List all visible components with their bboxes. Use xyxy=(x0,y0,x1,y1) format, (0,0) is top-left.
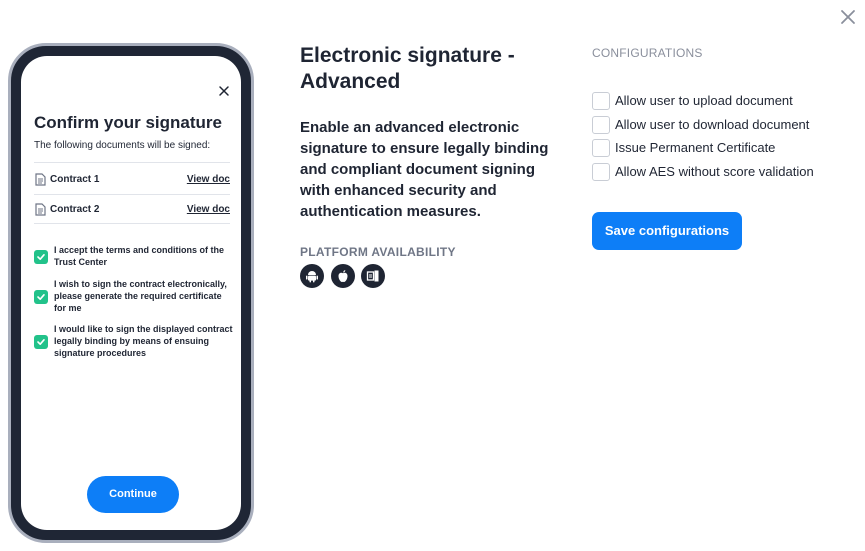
checkbox[interactable] xyxy=(592,92,610,110)
phone-title: Confirm your signature xyxy=(34,113,222,132)
view-doc-link[interactable]: View doc xyxy=(187,174,230,185)
consent-checkbox[interactable] xyxy=(34,290,48,304)
document-icon xyxy=(34,203,46,216)
continue-button[interactable]: Continue xyxy=(87,476,179,513)
option-label: Issue Permanent Certificate xyxy=(615,140,776,155)
close-icon[interactable] xyxy=(217,84,231,98)
option-label: Allow user to upload document xyxy=(615,93,793,108)
consent-text: I would like to sign the displayed contr… xyxy=(54,324,233,358)
configurations-label: CONFIGURATIONS xyxy=(592,46,703,60)
checkbox[interactable] xyxy=(592,163,610,181)
document-row: Contract 2 View doc xyxy=(34,203,230,217)
consent-text: I wish to sign the contract electronical… xyxy=(54,279,227,313)
document-name: Contract 2 xyxy=(50,204,100,215)
consent-text: I accept the terms and conditions of the… xyxy=(54,245,225,267)
save-configurations-button[interactable]: Save configurations xyxy=(592,212,742,250)
view-doc-link[interactable]: View doc xyxy=(187,204,230,215)
close-icon[interactable] xyxy=(837,6,859,28)
android-icon xyxy=(300,264,324,288)
platform-availability-label: PLATFORM AVAILABILITY xyxy=(300,245,456,259)
checkbox[interactable] xyxy=(592,139,610,157)
document-name: Contract 1 xyxy=(50,174,100,185)
document-icon xyxy=(34,173,46,186)
option-label: Allow AES without score validation xyxy=(615,164,814,179)
feature-title: Electronic signature - Advanced xyxy=(300,44,515,93)
consent-checkbox[interactable] xyxy=(34,335,48,349)
feature-description: Enable an advanced electronic signature … xyxy=(300,119,549,220)
windows-icon xyxy=(361,264,385,288)
divider xyxy=(34,223,230,224)
document-row: Contract 1 View doc xyxy=(34,173,230,187)
phone-mockup: Confirm your signature The following doc… xyxy=(8,43,254,543)
phone-screen: Confirm your signature The following doc… xyxy=(21,56,241,530)
consent-checkbox[interactable] xyxy=(34,250,48,264)
divider xyxy=(34,162,230,163)
divider xyxy=(34,194,230,195)
option-label: Allow user to download document xyxy=(615,117,810,132)
phone-subtitle: The following documents will be signed: xyxy=(34,140,211,151)
checkbox[interactable] xyxy=(592,116,610,134)
apple-icon xyxy=(331,264,355,288)
